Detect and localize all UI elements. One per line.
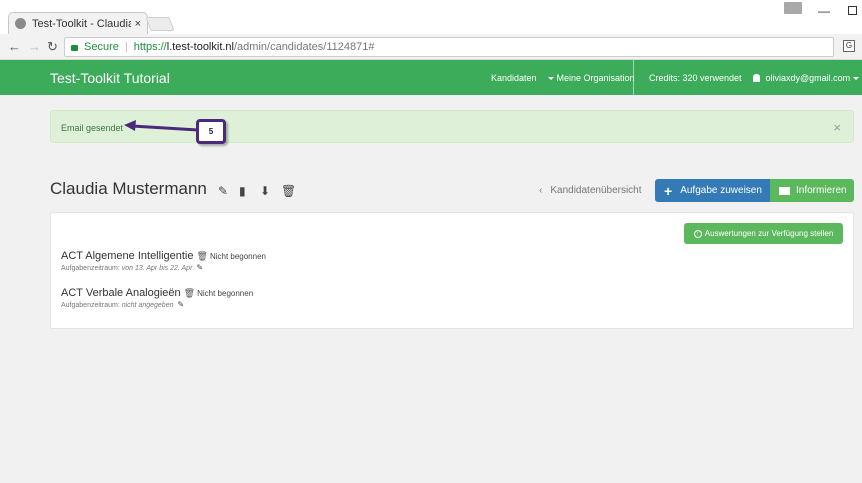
nav-organisation[interactable]: Meine Organisation xyxy=(548,73,635,83)
url-protocol: https:// xyxy=(133,41,167,53)
new-tab-button[interactable] xyxy=(145,17,175,31)
alert-text: Email gesendet xyxy=(61,123,124,133)
task-status: Nicht begonnen xyxy=(197,289,254,298)
user-menu[interactable]: oliviaxdy@gmail.com xyxy=(753,73,859,83)
main-content: Email gesendet × Claudia Mustermann ✎ ▮ … xyxy=(0,95,862,483)
profile-icon[interactable] xyxy=(784,2,802,14)
task-period-row: Aufgabenzeitraum: nicht angegeben ✎ xyxy=(61,300,184,309)
address-bar-row: ← → ↻ Secure | https:// l.test-toolkit.n… xyxy=(0,34,862,60)
task-title-row: ACT Algemene Intelligentie 🗑 Nicht begonne… xyxy=(61,250,266,262)
assign-task-label: Aufgabe zuweisen xyxy=(680,185,762,196)
caret-down-icon xyxy=(852,77,859,81)
url-path: /admin/candidates/1124871# xyxy=(234,41,375,53)
user-icon xyxy=(753,74,760,82)
tab-title: Test-Toolkit - Claudia Mu xyxy=(32,17,131,30)
shield-favicon-icon xyxy=(15,18,26,29)
provide-evaluations-button[interactable]: ↑ Auswertungen zur Verfügung stellen xyxy=(684,223,843,244)
user-email: oliviaxdy@gmail.com xyxy=(765,73,851,83)
edit-icon[interactable]: ✎ xyxy=(196,263,203,272)
browser-tab[interactable]: Test-Toolkit - Claudia Mu × xyxy=(8,12,148,34)
inform-label: Informieren xyxy=(796,185,847,196)
lock-icon xyxy=(71,45,78,51)
task-period-value: von 13. Apr bis 22. Apr xyxy=(121,265,193,272)
task-title[interactable]: ACT Algemene Intelligentie xyxy=(61,250,194,262)
brand-title[interactable]: Test-Toolkit Tutorial xyxy=(50,70,170,86)
browser-titlebar: Test-Toolkit - Claudia Mu × — xyxy=(0,0,862,34)
task-status: Nicht begonnen xyxy=(209,252,266,261)
trash-icon[interactable]: 🗑 xyxy=(281,184,296,198)
plus-icon: + xyxy=(664,182,673,199)
task-title[interactable]: ACT Verbale Analogieën xyxy=(61,287,181,299)
url-host: l.test-toolkit.nl xyxy=(166,41,234,53)
candidate-name: Claudia Mustermann xyxy=(50,179,207,198)
app-navbar: Test-Toolkit Tutorial Kandidaten Meine O… xyxy=(0,60,862,95)
chevron-left-icon: ‹ xyxy=(539,185,543,196)
credits-label: Credits: 320 verwendet xyxy=(649,73,742,83)
circle-arrow-up-icon: ↑ xyxy=(693,229,702,238)
close-icon[interactable]: × xyxy=(833,120,841,135)
edit-icon[interactable]: ✎ xyxy=(218,184,228,198)
annotation-arrow xyxy=(124,120,199,132)
tab-close-icon[interactable]: × xyxy=(135,18,141,30)
url-separator: | xyxy=(124,41,128,53)
translate-icon[interactable]: G xyxy=(843,40,855,52)
maximize-icon[interactable] xyxy=(848,6,857,15)
forward-arrow-icon[interactable]: → xyxy=(28,39,41,54)
nav-kandidaten[interactable]: Kandidaten xyxy=(491,73,537,83)
minimize-icon[interactable]: — xyxy=(818,4,830,18)
nav-divider xyxy=(633,60,634,95)
trash-icon[interactable]: 🗑 xyxy=(184,288,195,298)
back-arrow-icon[interactable]: ← xyxy=(8,39,21,54)
task-period-row: Aufgabenzeitraum: von 13. Apr bis 22. Ap… xyxy=(61,263,203,272)
task-period-value: nicht angegeben xyxy=(121,302,174,309)
trash-icon[interactable]: 🗑 xyxy=(197,251,208,261)
download-icon[interactable]: ⬇ xyxy=(260,184,270,198)
url-input[interactable]: Secure | https:// l.test-toolkit.nl /adm… xyxy=(64,37,834,57)
task-period-label: Aufgabenzeitraum: xyxy=(61,302,120,309)
inform-button[interactable]: Informieren xyxy=(770,179,854,202)
reload-icon[interactable]: ↻ xyxy=(47,39,58,55)
candidate-overview-link[interactable]: ‹ Kandidatenübersicht xyxy=(539,185,642,196)
provide-evaluations-label: Auswertungen zur Verfügung stellen xyxy=(704,229,834,238)
edit-icon[interactable]: ✎ xyxy=(177,300,184,309)
secure-label: Secure xyxy=(84,41,119,53)
nav-organisation-label: Meine Organisation xyxy=(556,73,635,83)
caret-down-icon xyxy=(548,77,554,81)
book-icon[interactable]: ▮ xyxy=(239,184,246,198)
task-title-row: ACT Verbale Analogieën 🗑 Nicht begonnen xyxy=(61,287,253,299)
assign-task-button[interactable]: + Aufgabe zuweisen xyxy=(655,179,770,202)
task-period-label: Aufgabenzeitraum: xyxy=(61,265,120,272)
candidate-overview-label: Kandidatenübersicht xyxy=(550,185,642,196)
envelope-icon xyxy=(779,186,790,195)
annotation-step-badge: 5 xyxy=(196,119,226,144)
